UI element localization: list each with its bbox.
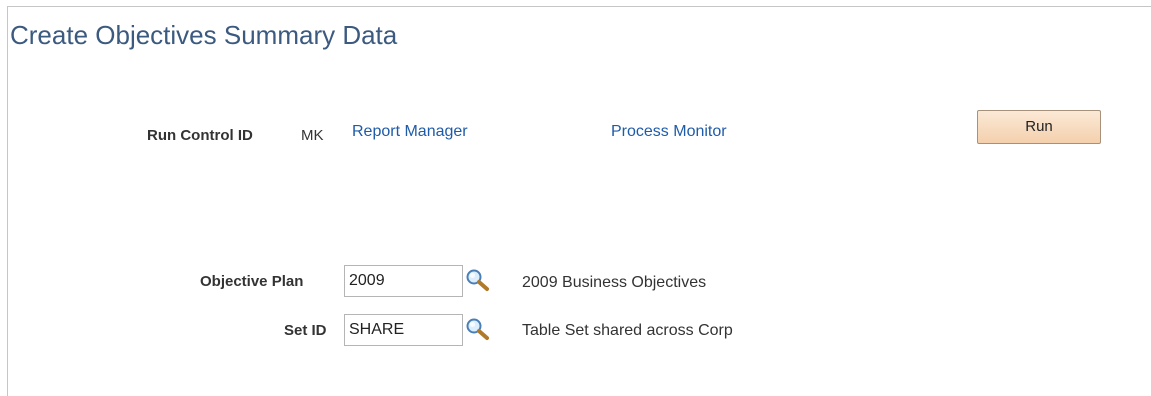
objective-plan-lookup-icon[interactable] — [465, 268, 491, 292]
run-control-id-value: MK — [301, 127, 324, 144]
objective-plan-description: 2009 Business Objectives — [522, 274, 707, 291]
process-monitor-link[interactable]: Process Monitor — [611, 123, 727, 141]
objective-plan-input[interactable] — [344, 265, 463, 297]
run-button[interactable]: Run — [977, 110, 1101, 144]
set-id-label: Set ID — [284, 322, 327, 339]
run-control-id-label: Run Control ID — [147, 127, 253, 144]
set-id-lookup-icon[interactable] — [465, 317, 491, 341]
report-manager-link[interactable]: Report Manager — [352, 123, 468, 141]
set-id-description: Table Set shared across Corp — [522, 322, 733, 339]
objective-plan-label: Objective Plan — [200, 273, 304, 290]
set-id-input[interactable] — [344, 314, 463, 346]
page-title: Create Objectives Summary Data — [10, 20, 398, 50]
